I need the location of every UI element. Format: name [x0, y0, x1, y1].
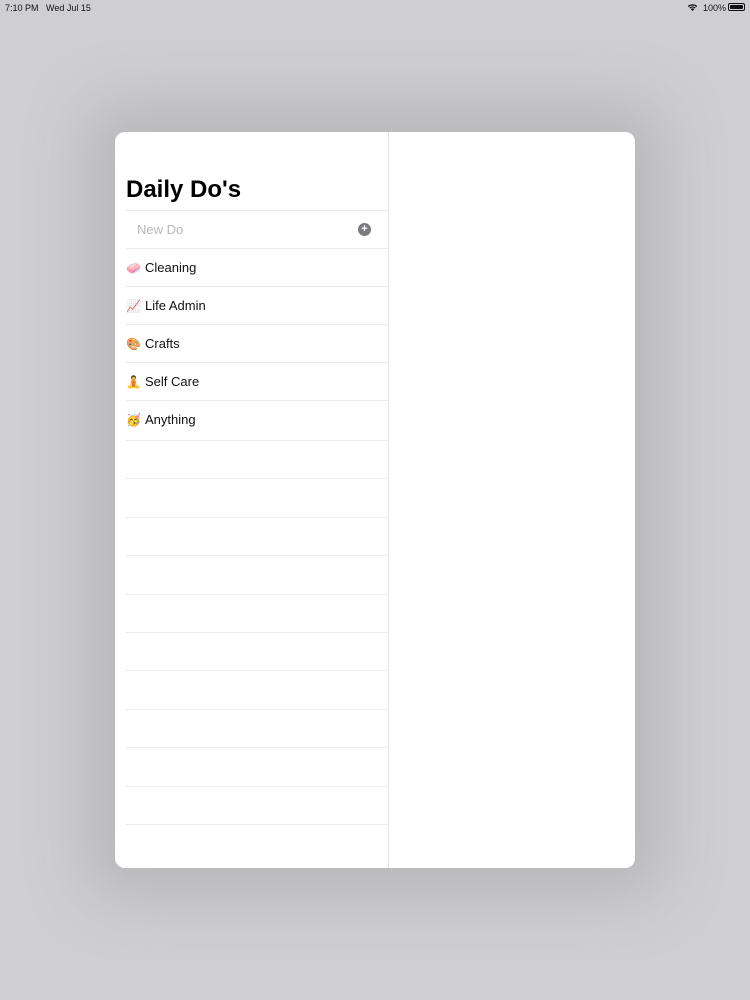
- empty-row: [126, 516, 389, 555]
- empty-rows: [126, 440, 389, 862]
- battery-icon: [728, 3, 745, 11]
- list-item-label: Cleaning: [145, 260, 197, 275]
- status-date: Wed Jul 15: [46, 3, 91, 13]
- soap-icon: 🧼: [126, 261, 141, 275]
- empty-row: [126, 785, 389, 824]
- empty-row: [126, 747, 389, 785]
- category-list: New Do + 🧼 Cleaning 📈 Life Admin 🎨 Craft…: [126, 210, 389, 438]
- list-item-anything[interactable]: 🥳 Anything: [126, 400, 389, 438]
- meditation-icon: 🧘: [126, 375, 141, 389]
- wifi-icon: [687, 4, 698, 11]
- battery-level-fill: [730, 5, 743, 9]
- list-item-cleaning[interactable]: 🧼 Cleaning: [126, 248, 389, 286]
- party-face-icon: 🥳: [126, 413, 141, 427]
- list-item-label: Self Care: [145, 374, 200, 389]
- empty-row: [126, 478, 389, 516]
- list-item-label: Crafts: [145, 336, 180, 351]
- empty-row: [126, 708, 389, 747]
- empty-row: [126, 631, 389, 670]
- status-time: 7:10 PM: [5, 3, 39, 13]
- page-title: Daily Do's: [126, 176, 242, 203]
- battery-percent: 100%: [702, 3, 726, 13]
- empty-row: [126, 440, 389, 478]
- empty-row: [126, 823, 389, 862]
- list-item-label: Life Admin: [145, 298, 206, 313]
- sidebar: Daily Do's New Do + 🧼 Cleaning 📈 Life Ad…: [115, 132, 389, 868]
- empty-row: [126, 670, 389, 708]
- list-item-crafts[interactable]: 🎨 Crafts: [126, 324, 389, 362]
- list-item-life-admin[interactable]: 📈 Life Admin: [126, 286, 389, 324]
- chart-increasing-icon: 📈: [126, 299, 141, 313]
- status-bar: 7:10 PM Wed Jul 15 100%: [0, 0, 750, 16]
- list-item-label: Anything: [145, 412, 196, 427]
- app-modal: Daily Do's New Do + 🧼 Cleaning 📈 Life Ad…: [115, 132, 635, 868]
- list-item-self-care[interactable]: 🧘 Self Care: [126, 362, 389, 400]
- empty-row: [126, 555, 389, 593]
- plus-circle-icon[interactable]: +: [358, 223, 371, 236]
- detail-pane: [389, 132, 635, 868]
- new-do-input[interactable]: New Do: [137, 223, 183, 237]
- new-do-row[interactable]: New Do +: [126, 210, 389, 248]
- empty-row: [126, 593, 389, 632]
- palette-icon: 🎨: [126, 337, 141, 351]
